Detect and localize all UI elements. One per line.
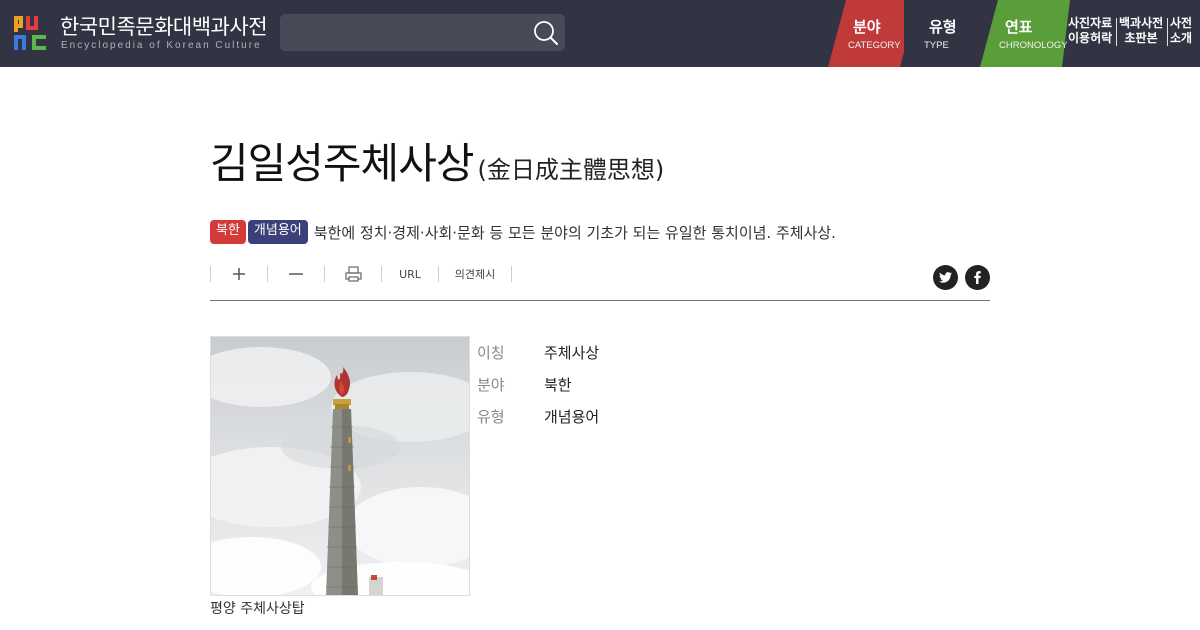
tab-chronology-label: 연표 [1005,18,1033,36]
tab-category-label: 분야 [853,18,881,36]
tab-category-sub: CATEGORY [848,40,901,51]
photo-caption: 평양 주체사상탑 [210,601,305,617]
info-value[interactable]: 북한 [544,374,572,395]
info-key: 이칭 [477,344,505,362]
category-badge[interactable]: 북한 [210,220,246,244]
facebook-icon [974,271,981,284]
twitter-share-button[interactable] [933,265,958,290]
page-title-hanja: (金日成主體思想) [477,156,665,184]
info-value[interactable]: 개념용어 [544,406,599,427]
zoom-out-button[interactable] [268,262,324,286]
article-toolbar: URL 의견제시 [210,262,990,290]
type-badge[interactable]: 개념용어 [247,220,308,244]
site-subtitle: Encyclopedia of Korean Culture [61,40,262,51]
photo-permission-line2: 이용허락 [1068,31,1113,45]
plus-icon [233,268,245,280]
info-value: 주체사상 [544,344,600,362]
about-link[interactable]: 사전 소개 [1170,16,1192,46]
info-key: 유형 [477,408,505,426]
tab-type-label: 유형 [929,18,957,36]
search-icon[interactable] [532,19,559,46]
site-logo[interactable] [12,14,50,52]
juche-tower-image [211,337,469,595]
minus-icon [289,273,303,275]
url-label: URL [399,267,421,281]
about-line1: 사전 [1170,16,1193,30]
url-button[interactable]: URL [382,262,438,286]
print-icon [344,266,362,282]
feedback-button[interactable]: 의견제시 [439,262,511,286]
toolbar-divider [511,266,512,282]
about-line2: 소개 [1170,31,1193,45]
tab-type-sub: TYPE [924,40,949,51]
print-button[interactable] [325,262,381,286]
zoom-in-button[interactable] [211,262,267,286]
facebook-share-button[interactable] [965,265,990,290]
article-photo[interactable] [210,336,470,596]
photo-permission-line1: 사진자료 [1068,16,1113,30]
feedback-label: 의견제시 [454,268,496,281]
photo-permission-link[interactable]: 사진자료 이용허락 [1068,16,1112,46]
summary-row: 북한 개념용어 북한에 정치·경제·사회·문화 등 모든 분야의 기초가 되는 … [210,220,836,244]
tab-chronology[interactable]: 연표 CHRONOLOGY [980,0,1070,67]
site-title[interactable]: 한국민족문화대백과사전 [60,11,268,41]
info-key: 분야 [477,376,505,394]
twitter-icon [939,272,952,283]
page-title: 김일성주체사상 [210,139,474,188]
article-summary: 북한에 정치·경제·사회·문화 등 모든 분야의 기초가 되는 유일한 통치이념… [313,223,836,242]
toolbar-underline [210,300,990,301]
first-edition-link[interactable]: 백과사전 초판본 [1119,16,1163,46]
tab-chronology-sub: CHRONOLOGY [999,40,1068,51]
first-edition-line1: 백과사전 [1119,16,1164,30]
search-input[interactable] [280,14,565,51]
first-edition-line2: 초판본 [1124,31,1158,45]
article-heading: 김일성주체사상 (金日成主體思想) [210,130,664,191]
